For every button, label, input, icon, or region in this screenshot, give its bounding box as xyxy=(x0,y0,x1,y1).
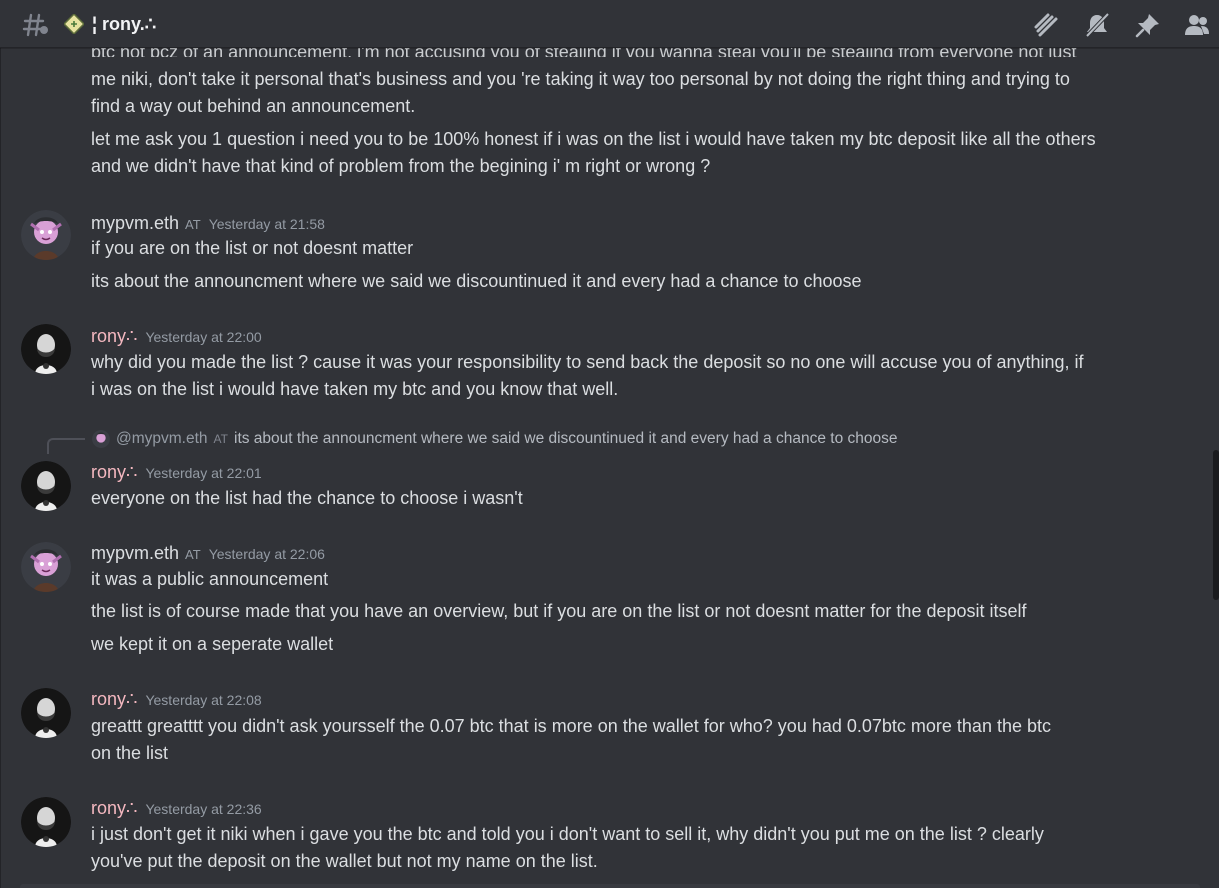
username[interactable]: rony∴ xyxy=(91,461,137,483)
reply-preview[interactable]: @mypvm.eth AT its about the announcment … xyxy=(92,430,898,448)
message-text: why did you made the list ? cause it was… xyxy=(91,352,1084,372)
message-text: let me ask you 1 question i need you to … xyxy=(91,129,1096,149)
message-header: mypvm.eth AT Yesterday at 21:58 xyxy=(91,212,325,234)
pin-icon[interactable] xyxy=(1134,11,1162,39)
message-text: i just don't get it niki when i gave you… xyxy=(91,824,1044,844)
message-header: rony∴ Yesterday at 22:00 xyxy=(91,325,262,347)
message-text: it was a public announcement xyxy=(91,569,329,589)
message-header: rony∴ Yesterday at 22:08 xyxy=(91,688,262,710)
message-text: its about the announcment where we said … xyxy=(91,271,862,291)
username[interactable]: mypvm.eth xyxy=(91,212,179,234)
username[interactable]: rony∴ xyxy=(91,325,137,347)
timestamp: Yesterday at 22:00 xyxy=(145,329,262,345)
channel-emoji-icon xyxy=(63,13,85,35)
message-text: me niki, don't take it personal that's b… xyxy=(91,69,1070,89)
avatar[interactable] xyxy=(21,210,71,260)
username[interactable]: rony∴ xyxy=(91,797,137,819)
timestamp: Yesterday at 22:08 xyxy=(145,692,262,708)
message-header: rony∴ Yesterday at 22:36 xyxy=(91,797,262,819)
avatar[interactable] xyxy=(21,542,71,592)
reply-username[interactable]: @mypvm.eth xyxy=(116,430,208,448)
message-text: on the list xyxy=(91,743,169,763)
user-tag: AT xyxy=(185,547,201,562)
divider xyxy=(0,48,1,888)
message-text: find a way out behind an announcement. xyxy=(91,96,416,116)
user-tag: AT xyxy=(185,217,201,232)
mute-bell-icon[interactable] xyxy=(1083,11,1111,39)
avatar[interactable] xyxy=(21,324,71,374)
message-text: if you are on the list or not doesnt mat… xyxy=(91,238,414,258)
timestamp: Yesterday at 22:36 xyxy=(145,801,262,817)
scrollbar[interactable] xyxy=(1213,450,1219,600)
timestamp: Yesterday at 22:06 xyxy=(208,546,325,562)
reply-text: its about the announcment where we said … xyxy=(234,430,898,447)
threads-icon xyxy=(22,11,50,39)
message-line: btc not bcz of an announcement, i'm not … xyxy=(91,48,1076,57)
username[interactable]: mypvm.eth xyxy=(91,542,179,564)
avatar[interactable] xyxy=(21,461,71,511)
message-input-edge xyxy=(20,884,1200,888)
avatar[interactable] xyxy=(21,688,71,738)
avatar[interactable] xyxy=(21,797,71,847)
reply-user-tag: AT xyxy=(213,432,228,446)
threads-list-icon[interactable] xyxy=(1032,11,1060,39)
timestamp: Yesterday at 22:01 xyxy=(145,465,262,481)
reply-spine xyxy=(47,438,85,454)
message-text: and we didn't have that kind of problem … xyxy=(91,156,711,176)
message-header: rony∴ Yesterday at 22:01 xyxy=(91,461,262,483)
message-text: greattt greatttt you didn't ask yourssel… xyxy=(91,716,1051,736)
message-list[interactable]: btc not bcz of an announcement, i'm not … xyxy=(0,48,1219,888)
channel-name: ¦ rony.∴ xyxy=(92,14,157,34)
message-text: the list is of course made that you have… xyxy=(91,601,1027,621)
message-text: we kept it on a seperate wallet xyxy=(91,634,334,654)
reply-avatar xyxy=(92,430,110,448)
channel-header: ¦ rony.∴ xyxy=(0,0,1219,48)
member-list-icon[interactable] xyxy=(1183,11,1211,39)
message-text-clipped: btc not bcz of an announcement, i'm not … xyxy=(91,48,1171,57)
message-text: you've put the deposit on the wallet but… xyxy=(91,851,598,871)
timestamp: Yesterday at 21:58 xyxy=(208,216,325,232)
message-text: i was on the list i would have taken my … xyxy=(91,379,619,399)
message-text: everyone on the list had the chance to c… xyxy=(91,488,523,508)
message-header: mypvm.eth AT Yesterday at 22:06 xyxy=(91,542,325,564)
username[interactable]: rony∴ xyxy=(91,688,137,710)
